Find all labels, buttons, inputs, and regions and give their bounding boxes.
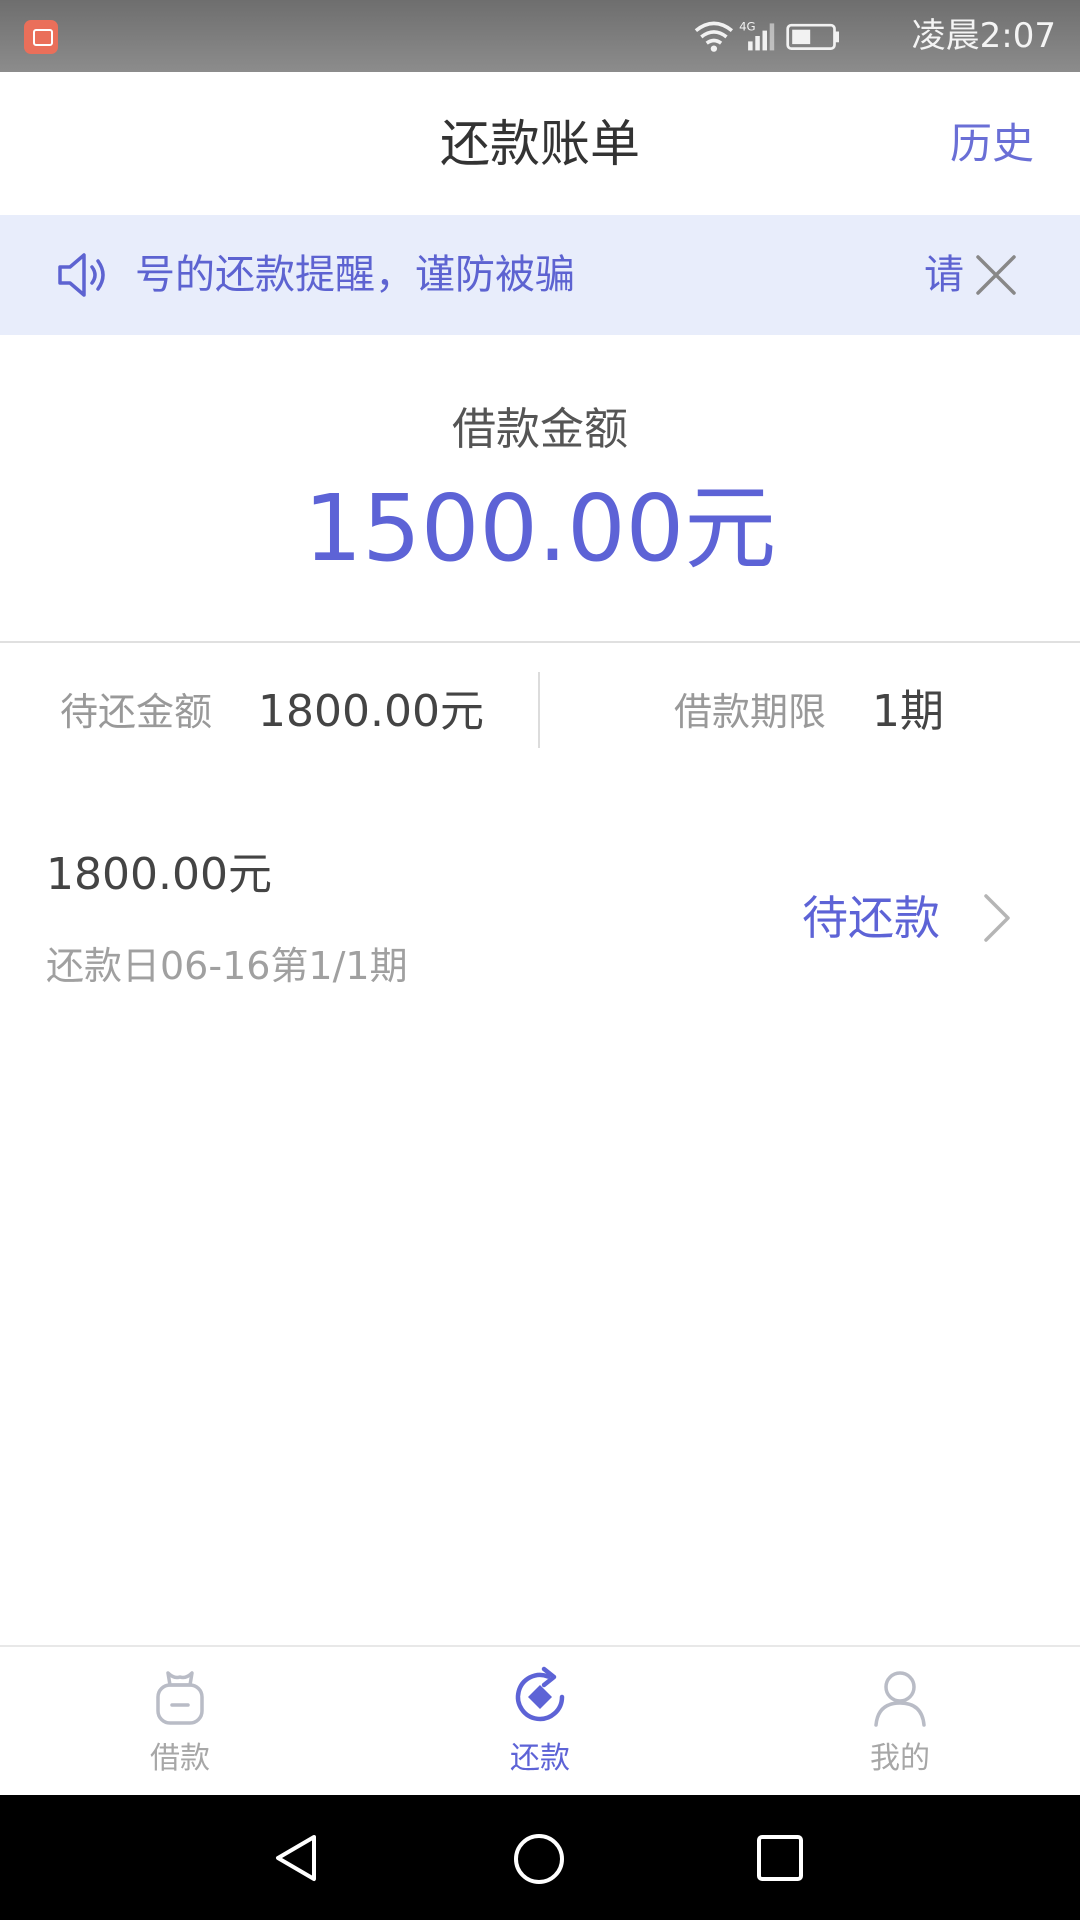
recents-icon[interactable] [756,1833,804,1883]
summary-divider [538,672,540,748]
notice-text-tail: 请 [924,252,964,298]
bill-status[interactable]: 待还款 [802,888,940,948]
notification-app-icon [24,20,58,54]
notice-banner: 号的还款提醒，谨防被骗 请 [0,215,1080,335]
loan-term-label: 借款期限 [674,690,827,734]
status-icons: 4G [694,20,839,52]
battery-icon [786,23,839,50]
wifi-icon [694,21,734,45]
pending-amount-label: 待还金额 [60,690,213,734]
bag-icon [156,1671,204,1725]
chevron-right-icon[interactable] [980,892,1014,944]
loan-term-value: 1期 [872,686,944,737]
tab-loan-label: 借款 [150,1741,210,1776]
system-nav-bar [0,1795,1080,1920]
status-bar: 4G 凌晨2:07 [0,0,1080,72]
header: 还款账单 历史 [0,72,1080,215]
person-icon [874,1671,926,1727]
app-screen: 4G 凌晨2:07 还款账单 历史 号的还款提醒，谨防被骗 请 借款金额 150… [0,0,1080,1920]
wifi-dot [710,45,718,52]
history-link[interactable]: 历史 [950,116,1034,172]
page-title: 还款账单 [440,115,640,173]
back-icon[interactable] [272,1833,322,1883]
loan-amount-value: 1500.00元 [303,475,777,582]
network-type-label: 4G [739,20,756,34]
notice-text: 号的还款提醒，谨防被骗 [135,252,575,298]
speaker-icon [58,253,105,297]
tab-repay[interactable]: 还款 [460,1647,620,1795]
bill-amount: 1800.00元 [46,849,272,900]
divider [0,641,1080,643]
tab-loan[interactable]: 借款 [100,1647,260,1795]
home-icon[interactable] [512,1832,566,1886]
repay-icon [515,1666,565,1722]
status-time: 凌晨2:07 [911,16,1056,56]
pending-amount-value: 1800.00元 [258,686,484,737]
close-icon[interactable] [968,247,1024,303]
loan-amount-label: 借款金额 [452,404,628,455]
bottom-tab-bar: 借款 还款 我的 [0,1645,1080,1795]
tab-mine[interactable]: 我的 [820,1647,980,1795]
bill-due-detail: 还款日06-16第1/1期 [46,944,408,988]
tab-repay-label: 还款 [510,1741,570,1776]
tab-mine-label: 我的 [870,1741,930,1776]
